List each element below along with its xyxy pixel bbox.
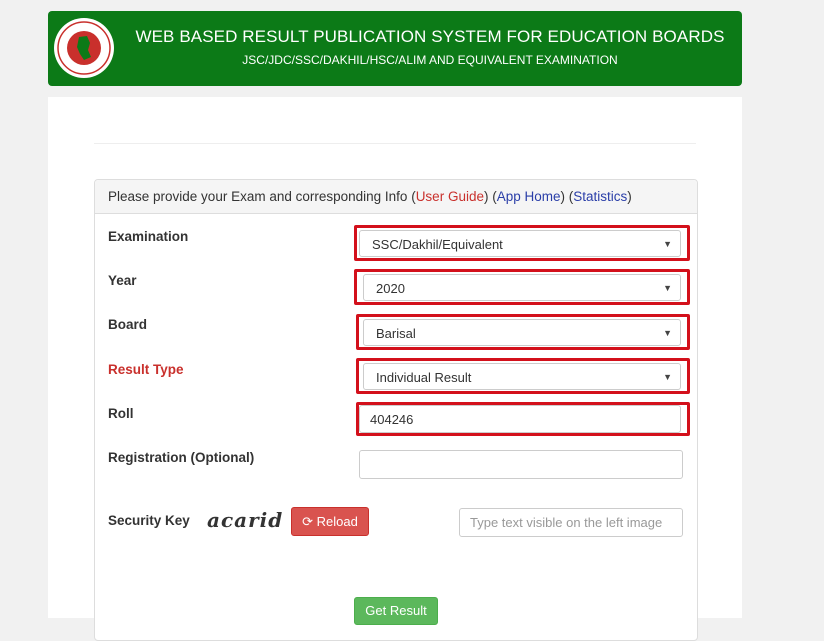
roll-input[interactable]: 404246 <box>359 405 681 433</box>
search-panel: Please provide your Exam and correspondi… <box>94 179 698 641</box>
roll-label: Roll <box>108 406 134 421</box>
panel-intro: Please provide your Exam and correspondi… <box>108 189 408 204</box>
result-type-value: Individual Result <box>376 370 472 385</box>
registration-input[interactable] <box>359 450 683 479</box>
header-title: WEB BASED RESULT PUBLICATION SYSTEM FOR … <box>135 27 725 46</box>
security-key-label: Security Key <box>108 513 190 528</box>
result-type-label: Result Type <box>108 362 184 377</box>
refresh-icon: ⟳ <box>302 514 314 529</box>
divider <box>94 143 696 144</box>
security-key-input[interactable]: Type text visible on the left image <box>459 508 683 537</box>
reload-label: Reload <box>316 514 358 529</box>
board-value: Barisal <box>376 326 416 341</box>
user-guide-link[interactable]: User Guide <box>416 189 484 204</box>
government-seal-icon <box>54 18 114 78</box>
panel-heading: Please provide your Exam and correspondi… <box>95 180 697 214</box>
year-select[interactable]: 2020 ▼ <box>363 274 681 301</box>
examination-value: SSC/Dakhil/Equivalent <box>372 237 503 252</box>
examination-select[interactable]: SSC/Dakhil/Equivalent ▼ <box>359 230 681 257</box>
app-home-link[interactable]: App Home <box>497 189 561 204</box>
site-header: WEB BASED RESULT PUBLICATION SYSTEM FOR … <box>48 11 742 86</box>
board-label: Board <box>108 317 148 332</box>
chevron-down-icon: ▼ <box>663 283 672 293</box>
result-type-select[interactable]: Individual Result ▼ <box>363 363 681 390</box>
registration-label: Registration (Optional) <box>108 450 255 465</box>
examination-label: Examination <box>108 229 189 244</box>
chevron-down-icon: ▼ <box>663 239 672 249</box>
board-select[interactable]: Barisal ▼ <box>363 319 681 346</box>
reload-button[interactable]: ⟳ Reload <box>291 507 369 536</box>
main-content: Please provide your Exam and correspondi… <box>48 97 742 641</box>
year-value: 2020 <box>376 281 405 296</box>
chevron-down-icon: ▼ <box>663 372 672 382</box>
header-subtitle: JSC/JDC/SSC/DAKHIL/HSC/ALIM AND EQUIVALE… <box>242 53 618 67</box>
get-result-button[interactable]: Get Result <box>354 597 438 625</box>
captcha-image: acarid <box>207 508 284 532</box>
statistics-link[interactable]: Statistics <box>573 189 627 204</box>
year-label: Year <box>108 273 137 288</box>
chevron-down-icon: ▼ <box>663 328 672 338</box>
